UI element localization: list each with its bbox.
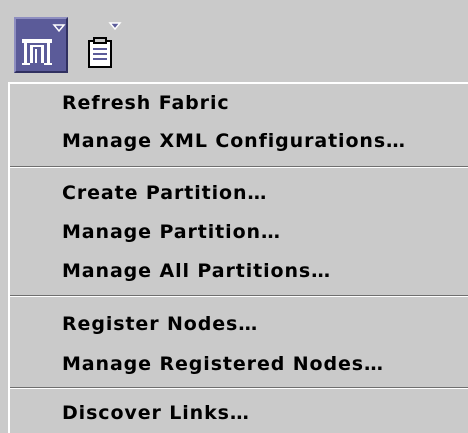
menu-item-register-nodes[interactable]: Register Nodes… <box>10 305 468 343</box>
fabric-icon <box>22 24 66 65</box>
document-icon <box>88 22 122 68</box>
menu-item-discover-links[interactable]: Discover Links… <box>10 394 468 432</box>
menu-separator <box>10 387 468 389</box>
menu-item-create-partition[interactable]: Create Partition… <box>10 174 468 212</box>
fabric-dropdown-menu: Refresh Fabric Manage XML Configurations… <box>8 82 468 433</box>
toolbar <box>0 0 468 82</box>
menu-separator <box>10 295 468 297</box>
menu-separator <box>10 166 468 168</box>
menu-item-manage-xml-configurations[interactable]: Manage XML Configurations… <box>10 122 468 160</box>
menu-item-refresh-fabric[interactable]: Refresh Fabric <box>10 84 468 122</box>
menu-item-manage-registered-nodes[interactable]: Manage Registered Nodes… <box>10 345 468 383</box>
menu-item-manage-all-partitions[interactable]: Manage All Partitions… <box>10 252 468 290</box>
document-menu-button[interactable] <box>80 17 130 73</box>
menu-item-manage-partition[interactable]: Manage Partition… <box>10 213 468 251</box>
fabric-menu-button[interactable] <box>14 17 68 73</box>
